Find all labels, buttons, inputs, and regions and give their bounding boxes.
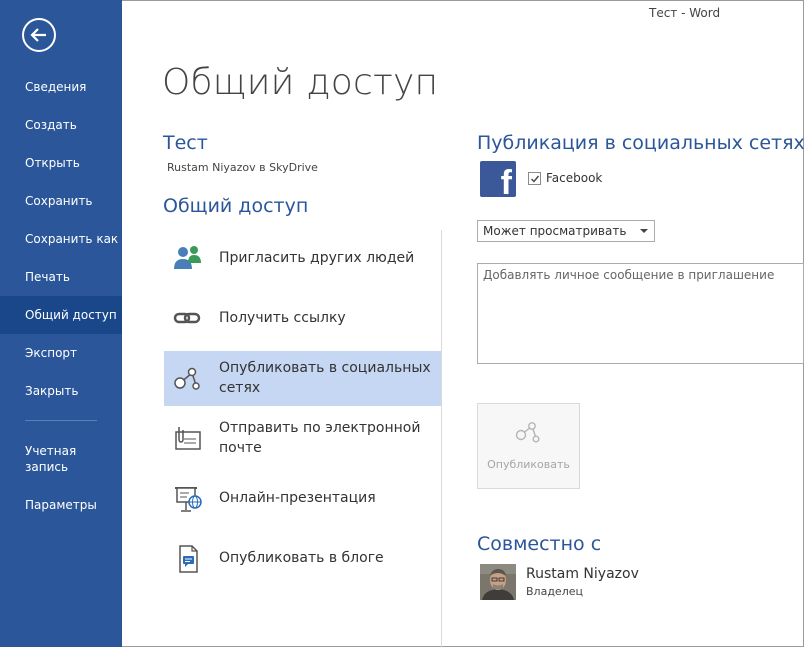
nav-save[interactable]: Сохранить (0, 182, 122, 220)
online-presentation-icon (175, 487, 202, 512)
nav-close[interactable]: Закрыть (0, 372, 122, 410)
option-invite-people[interactable]: Пригласить других людей (164, 231, 441, 286)
option-get-link[interactable]: Получить ссылку (164, 291, 441, 346)
social-network-icon (515, 422, 540, 443)
option-send-email-label: Отправить по электронной почте (219, 420, 421, 456)
dropdown-arrow-icon (640, 229, 648, 233)
share-section-title: Общий доступ (163, 195, 309, 217)
blog-icon (179, 545, 198, 573)
back-button[interactable] (22, 18, 56, 52)
option-publish-blog-label: Опубликовать в блоге (219, 550, 384, 566)
window-title: Тест - Word (649, 6, 721, 20)
email-icon (175, 427, 201, 450)
permission-dropdown-value: Может просматривать (483, 224, 627, 238)
nav-new[interactable]: Создать (0, 106, 122, 144)
option-get-link-label: Получить ссылку (219, 310, 346, 326)
social-publish-title: Публикация в социальных сетях (477, 132, 804, 154)
permission-dropdown[interactable]: Может просматривать (477, 220, 655, 242)
page-title: Общий доступ (162, 62, 439, 103)
option-publish-blog[interactable]: Опубликовать в блоге (164, 531, 441, 586)
option-online-presentation[interactable]: Онлайн-презентация (164, 471, 441, 526)
invite-people-icon (174, 246, 201, 269)
nav-divider (25, 420, 97, 421)
panel-divider (441, 230, 442, 647)
option-invite-people-label: Пригласить других людей (219, 250, 415, 266)
facebook-logo-icon: f (480, 161, 516, 197)
document-location: Rustam Niyazov в SkyDrive (167, 161, 318, 174)
option-online-presentation-label: Онлайн-презентация (219, 490, 376, 506)
nav-print[interactable]: Печать (0, 258, 122, 296)
shared-with-title: Совместно с (477, 533, 602, 555)
social-network-icon (174, 367, 200, 390)
document-name: Тест (163, 132, 208, 154)
nav-export[interactable]: Экспорт (0, 334, 122, 372)
shared-user-name: Rustam Niyazov (526, 566, 639, 582)
publish-button[interactable]: Опубликовать (477, 403, 580, 489)
option-send-email[interactable]: Отправить по электронной почте (164, 411, 441, 466)
backstage-sidebar: Сведения Создать Открыть Сохранить Сохра… (0, 0, 122, 647)
facebook-label: Facebook (546, 171, 603, 185)
nav-options[interactable]: Параметры (0, 486, 122, 524)
nav-account[interactable]: Учетная запись (0, 440, 100, 480)
personal-message-input[interactable]: Добавлять личное сообщение в приглашение (477, 263, 804, 364)
checkmark-icon (531, 175, 540, 183)
shared-user-role: Владелец (526, 585, 583, 598)
link-icon (173, 312, 201, 324)
nav-open[interactable]: Открыть (0, 144, 122, 182)
nav-info[interactable]: Сведения (0, 68, 122, 106)
option-social-networks[interactable]: Опубликовать в социальных сетях (164, 351, 441, 406)
facebook-checkbox[interactable] (528, 172, 541, 185)
nav-save-as[interactable]: Сохранить как (0, 220, 122, 258)
avatar (480, 564, 516, 600)
back-arrow-icon (30, 28, 46, 42)
nav-share[interactable]: Общий доступ (0, 296, 122, 334)
publish-button-label: Опубликовать (487, 458, 570, 471)
option-social-networks-label: Опубликовать в социальных сетях (219, 360, 431, 396)
user-photo-icon (480, 564, 516, 600)
